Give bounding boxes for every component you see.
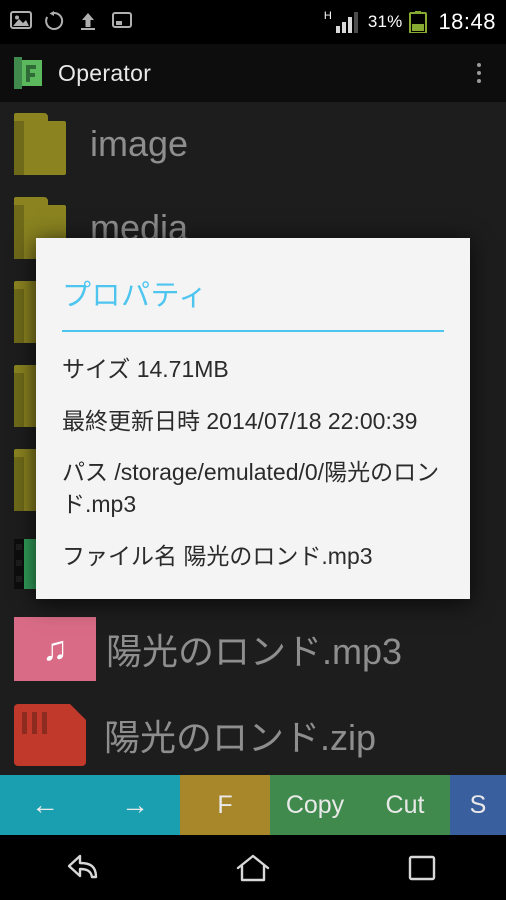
list-item-label: image xyxy=(90,123,189,164)
screenshot-icon xyxy=(112,11,134,33)
back-button[interactable]: ← xyxy=(0,775,90,835)
page-title: Operator xyxy=(58,59,152,86)
property-size: サイズ 14.71MB xyxy=(62,356,229,382)
battery-percent-label: 31% xyxy=(367,12,403,31)
dialog-body: サイズ 14.71MB 最終更新日時 2014/07/18 22:00:39 パ… xyxy=(36,332,470,599)
audio-file-icon: ♫ xyxy=(14,617,96,681)
overflow-menu-icon[interactable] xyxy=(466,56,492,90)
status-clock: 18:48 xyxy=(438,9,496,34)
property-modified: 最終更新日時 2014/07/18 22:00:39 xyxy=(62,407,418,434)
action-bar: Operator xyxy=(0,44,506,102)
folder-icon xyxy=(14,113,72,175)
bottom-toolbar: ← → F Copy Cut S xyxy=(0,775,506,835)
battery-icon xyxy=(409,11,428,33)
f-button[interactable]: F xyxy=(180,775,270,835)
cut-button[interactable]: Cut xyxy=(360,775,450,835)
list-item-label: 陽光のロンド.mp3 xyxy=(106,631,403,672)
zip-file-icon xyxy=(14,704,86,766)
dialog-title: プロパティ xyxy=(62,280,208,312)
nav-home-icon[interactable] xyxy=(218,845,288,891)
status-notification-icons xyxy=(10,11,324,33)
upload-icon xyxy=(78,11,100,33)
list-item-label: 陽光のロンド.zip xyxy=(104,717,377,758)
copy-button[interactable]: Copy xyxy=(270,775,360,835)
forward-button[interactable]: → xyxy=(90,775,180,835)
network-type-label: H xyxy=(323,10,332,22)
s-button[interactable]: S xyxy=(450,775,506,835)
list-item[interactable]: image xyxy=(0,102,506,186)
image-icon xyxy=(10,11,32,33)
signal-icon xyxy=(335,11,361,33)
nav-recents-icon[interactable] xyxy=(387,845,457,891)
property-path: パス /storage/emulated/0/陽光のロンド.mp3 xyxy=(62,459,440,518)
system-nav-bar xyxy=(0,835,506,900)
sync-icon xyxy=(44,11,66,33)
list-item[interactable]: ♫ 陽光のロンド.mp3 xyxy=(0,606,506,692)
status-system-icons: H 31% 18:48 xyxy=(324,9,496,35)
property-filename: ファイル名 陽光のロンド.mp3 xyxy=(62,542,373,569)
status-bar: H 31% 18:48 xyxy=(0,0,506,44)
properties-dialog: プロパティ サイズ 14.71MB 最終更新日時 2014/07/18 22:0… xyxy=(36,238,470,599)
phone-screen: H 31% 18:48 Operator image media ♫ 陽光のロン… xyxy=(0,0,506,900)
nav-back-icon[interactable] xyxy=(49,845,119,891)
list-item[interactable]: 陽光のロンド.zip xyxy=(0,692,506,775)
operator-app-icon xyxy=(14,57,44,89)
